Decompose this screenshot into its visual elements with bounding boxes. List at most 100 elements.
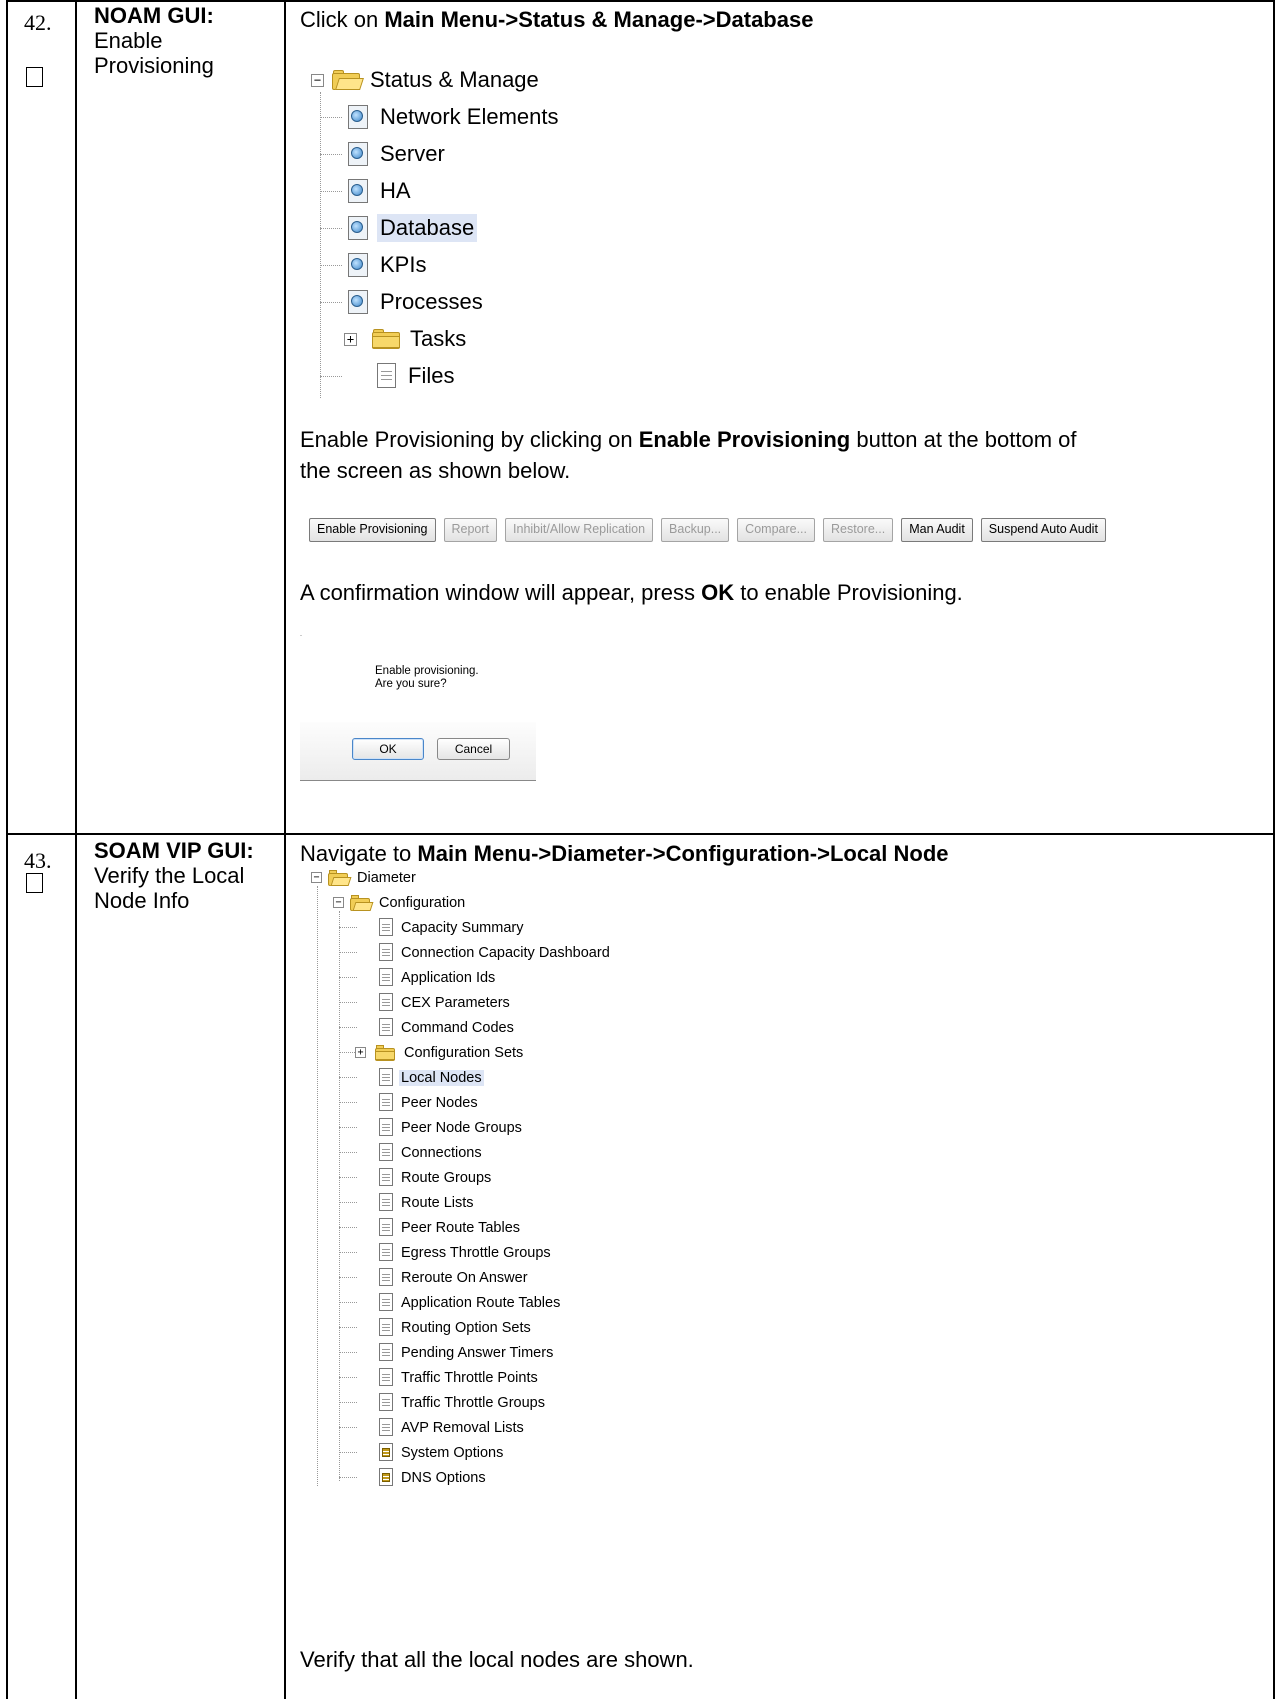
tree-node-tasks[interactable]: + Tasks — [344, 322, 469, 356]
tree-guide — [320, 191, 342, 192]
step-title: NOAM GUI: — [94, 3, 214, 28]
tree-node-ha[interactable]: HA — [345, 174, 414, 208]
step-checkbox[interactable] — [26, 67, 43, 87]
tree-node-processes[interactable]: Processes — [345, 285, 486, 319]
tree-node-peer-nodes[interactable]: Peer Nodes — [377, 1090, 480, 1115]
tree-node-connection-capacity-dashboard[interactable]: Connection Capacity Dashboard — [377, 940, 612, 965]
tree-guide — [339, 1352, 357, 1353]
man-audit-button[interactable]: Man Audit — [901, 518, 973, 542]
compare-button[interactable]: Compare... — [737, 518, 816, 542]
cancel-button[interactable]: Cancel — [437, 738, 510, 760]
step-subtitle-1: Verify the Local — [94, 863, 245, 888]
tree-node-route-groups[interactable]: Route Groups — [377, 1165, 493, 1190]
tree-label: AVP Removal Lists — [401, 1419, 524, 1436]
collapse-icon[interactable]: − — [311, 73, 324, 87]
tree-label: Command Codes — [401, 1019, 514, 1036]
tree-node-network-elements[interactable]: Network Elements — [345, 100, 562, 134]
tree-node-peer-route-tables[interactable]: Peer Route Tables — [377, 1215, 522, 1240]
tree-node-pending-answer-timers[interactable]: Pending Answer Timers — [377, 1340, 555, 1365]
tree-guide — [339, 911, 340, 1481]
tree-node-traffic-throttle-points[interactable]: Traffic Throttle Points — [377, 1365, 540, 1390]
step-number: 42. — [24, 10, 52, 35]
tree-node-cex-parameters[interactable]: CEX Parameters — [377, 990, 512, 1015]
tree-node-capacity-summary[interactable]: Capacity Summary — [377, 915, 525, 940]
tree-label: Pending Answer Timers — [401, 1344, 554, 1361]
step-label: SOAM VIP GUI: Verify the Local Node Info — [94, 838, 284, 913]
tree-guide — [339, 1027, 357, 1028]
tree-node-diameter[interactable]: − Diameter — [311, 865, 418, 890]
tree-label: Routing Option Sets — [401, 1319, 531, 1336]
step-number: 43. — [24, 848, 52, 873]
monitor-icon — [345, 215, 371, 241]
page-icon — [377, 943, 394, 962]
expand-icon[interactable]: + — [344, 332, 357, 346]
ok-reference: OK — [701, 580, 735, 605]
column-divider-2 — [284, 0, 286, 1699]
page-icon — [377, 1368, 394, 1387]
row-divider — [6, 833, 1275, 835]
tree-label: Peer Nodes — [401, 1094, 478, 1111]
tree-guide — [339, 1002, 357, 1003]
tree-guide — [339, 1227, 357, 1228]
page-icon — [377, 1193, 394, 1212]
page-icon — [377, 1318, 394, 1337]
tree-guide — [339, 977, 357, 978]
tree-node-local-nodes[interactable]: Local Nodes — [377, 1065, 484, 1090]
confirm-dialog-message: Enable provisioning. Are you sure? — [375, 665, 479, 691]
tree-node-application-route-tables[interactable]: Application Route Tables — [377, 1290, 562, 1315]
instruction-text: Navigate to — [300, 841, 418, 866]
page-icon — [377, 968, 394, 987]
database-button-bar: Enable Provisioning Report Inhibit/Allow… — [309, 518, 1106, 542]
tree-label: Processes — [380, 289, 483, 314]
page-icon — [377, 1143, 394, 1162]
tree-node-database[interactable]: Database — [345, 211, 478, 245]
step-checkbox[interactable] — [26, 873, 43, 893]
tree-node-system-options[interactable]: System Options — [377, 1440, 505, 1465]
dialog-text: Are you sure? — [375, 678, 447, 690]
tree-node-files[interactable]: Files — [374, 359, 457, 393]
folder-open-icon — [350, 894, 374, 911]
menu-path: Main Menu->Status & Manage->Database — [384, 7, 814, 32]
tree-node-traffic-throttle-groups[interactable]: Traffic Throttle Groups — [377, 1390, 547, 1415]
folder-icon — [372, 328, 402, 350]
tree-guide — [320, 92, 321, 398]
collapse-icon[interactable]: − — [333, 897, 344, 908]
instruction-text: Click on — [300, 7, 385, 32]
tree-node-avp-removal-lists[interactable]: AVP Removal Lists — [377, 1415, 526, 1440]
monitor-icon — [345, 178, 371, 204]
restore-button[interactable]: Restore... — [823, 518, 894, 542]
tree-node-status-manage[interactable]: − Status & Manage — [311, 63, 542, 97]
tree-node-dns-options[interactable]: DNS Options — [377, 1465, 488, 1490]
ok-button[interactable]: OK — [352, 738, 424, 760]
suspend-auto-audit-button[interactable]: Suspend Auto Audit — [980, 518, 1106, 542]
tree-node-egress-throttle-groups[interactable]: Egress Throttle Groups — [377, 1240, 553, 1265]
tree-label: Peer Node Groups — [401, 1119, 522, 1136]
page-icon — [377, 1218, 394, 1237]
tree-node-configuration[interactable]: − Configuration — [333, 890, 467, 915]
tree-node-command-codes[interactable]: Command Codes — [377, 1015, 516, 1040]
tree-label-selected: Database — [377, 214, 478, 242]
report-button[interactable]: Report — [443, 518, 498, 542]
page-icon — [377, 993, 394, 1012]
page-icon — [377, 1343, 394, 1362]
instruction: Navigate to Main Menu->Diameter->Configu… — [300, 838, 1260, 869]
enable-provisioning-button[interactable]: Enable Provisioning — [309, 518, 436, 542]
folder-icon — [375, 1044, 397, 1061]
tree-guide — [339, 1077, 357, 1078]
page-icon — [377, 1093, 394, 1112]
paragraph-confirm: A confirmation window will appear, press… — [300, 577, 1260, 608]
inhibit-allow-replication-button[interactable]: Inhibit/Allow Replication — [505, 518, 654, 542]
step-subtitle-1: Enable — [94, 28, 163, 53]
tree-node-configuration-sets[interactable]: + Configuration Sets — [355, 1040, 525, 1065]
tree-node-kpis[interactable]: KPIs — [345, 248, 429, 282]
tree-node-server[interactable]: Server — [345, 137, 448, 171]
collapse-icon[interactable]: − — [311, 872, 322, 883]
tree-node-routing-option-sets[interactable]: Routing Option Sets — [377, 1315, 533, 1340]
tree-node-reroute-on-answer[interactable]: Reroute On Answer — [377, 1265, 530, 1290]
backup-button[interactable]: Backup... — [661, 518, 730, 542]
tree-node-application-ids[interactable]: Application Ids — [377, 965, 497, 990]
tree-node-connections[interactable]: Connections — [377, 1140, 484, 1165]
tree-node-peer-node-groups[interactable]: Peer Node Groups — [377, 1115, 524, 1140]
expand-icon[interactable]: + — [355, 1047, 366, 1058]
tree-node-route-lists[interactable]: Route Lists — [377, 1190, 476, 1215]
